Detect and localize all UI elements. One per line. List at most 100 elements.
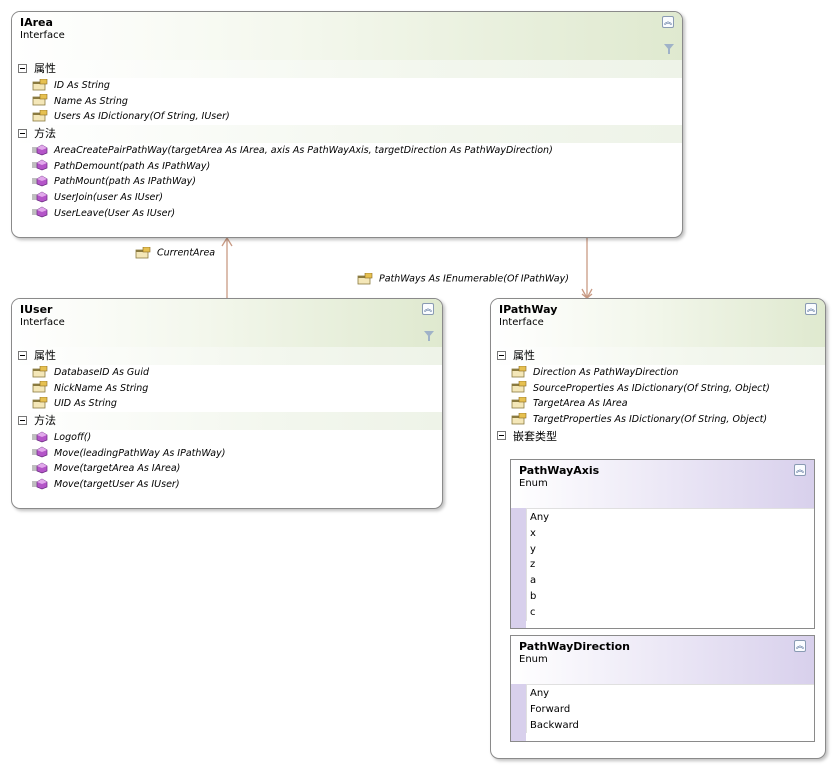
property-text: Direction As PathWayDirection bbox=[533, 367, 679, 378]
iuser-stereotype: Interface bbox=[20, 317, 65, 328]
pathway-direction-header[interactable]: PathWayDirection Enum ︽ bbox=[511, 636, 814, 684]
property-icon bbox=[511, 381, 527, 393]
iarea-title: IArea bbox=[20, 16, 53, 29]
method-text: PathMount(path As IPathWay) bbox=[54, 176, 196, 188]
pathway-direction-enum[interactable]: PathWayDirection Enum ︽ Any Forward Backwa… bbox=[510, 635, 815, 742]
method-row[interactable]: Logoff() bbox=[12, 430, 442, 446]
collapse-section-icon[interactable] bbox=[497, 350, 506, 360]
property-row[interactable]: DatabaseID As Guid bbox=[12, 365, 442, 381]
property-icon bbox=[135, 247, 151, 259]
method-row[interactable]: Move(leadingPathWay As IPathWay) bbox=[12, 446, 442, 462]
current-area-text: CurrentArea bbox=[157, 247, 216, 259]
method-row[interactable]: PathDemount(path As IPathWay) bbox=[12, 159, 682, 175]
property-text: Users As IDictionary(Of String, IUser) bbox=[54, 111, 230, 123]
collapse-section-icon[interactable] bbox=[18, 350, 27, 360]
property-icon bbox=[32, 78, 48, 90]
section-label: 属性 bbox=[34, 62, 56, 75]
property-row[interactable]: TargetProperties As IDictionary(Of Strin… bbox=[491, 412, 825, 428]
method-text: Logoff() bbox=[54, 432, 92, 444]
filter-icon[interactable] bbox=[664, 44, 674, 54]
method-icon bbox=[32, 446, 48, 458]
ipathway-header[interactable]: IPathWay Interface ︽ bbox=[491, 299, 825, 347]
enum-value[interactable]: Any bbox=[527, 510, 814, 526]
method-icon bbox=[32, 175, 48, 187]
collapse-icon[interactable]: ︽ bbox=[422, 303, 434, 315]
pathways-text: PathWays As IEnumerable(Of IPathWay) bbox=[379, 273, 569, 285]
pathway-direction-stereotype: Enum bbox=[519, 654, 548, 665]
collapse-section-icon[interactable] bbox=[18, 128, 27, 138]
property-icon bbox=[511, 365, 527, 377]
property-icon bbox=[32, 94, 48, 106]
enum-value[interactable]: y bbox=[527, 542, 814, 558]
property-icon bbox=[357, 273, 373, 285]
enum-value[interactable]: z bbox=[527, 557, 814, 573]
collapse-icon[interactable]: ︽ bbox=[794, 464, 806, 476]
method-text: PathDemount(path As IPathWay) bbox=[54, 160, 211, 172]
collapse-icon[interactable]: ︽ bbox=[805, 303, 817, 315]
iuser-methods-section[interactable]: 方法 bbox=[12, 412, 442, 431]
enum-value[interactable]: a bbox=[527, 573, 814, 589]
property-row[interactable]: SourceProperties As IDictionary(Of Strin… bbox=[491, 381, 825, 397]
iarea-properties-section[interactable]: 属性 bbox=[12, 60, 682, 78]
iarea-methods-section[interactable]: 方法 bbox=[12, 125, 682, 144]
property-text: NickName As String bbox=[54, 382, 149, 394]
iuser-title: IUser bbox=[20, 303, 53, 316]
iarea-header[interactable]: IArea Interface ︽ bbox=[12, 12, 682, 60]
property-row[interactable]: Name As String bbox=[12, 94, 682, 110]
filter-icon[interactable] bbox=[424, 331, 434, 341]
ipathway-nested-section[interactable]: 嵌套类型 bbox=[491, 427, 825, 446]
pathway-direction-title: PathWayDirection bbox=[519, 640, 630, 653]
iuser-shape[interactable]: IUser Interface ︽ 属性 DatabaseID As Guid N… bbox=[11, 298, 443, 509]
method-row[interactable]: AreaCreatePairPathWay(targetArea As IAre… bbox=[12, 143, 682, 159]
property-row[interactable]: Users As IDictionary(Of String, IUser) bbox=[12, 109, 682, 125]
method-text: UserJoin(user As IUser) bbox=[54, 192, 164, 204]
property-icon bbox=[32, 109, 48, 122]
enum-value[interactable]: Backward bbox=[527, 718, 814, 734]
section-label: 方法 bbox=[34, 127, 56, 141]
method-row[interactable]: Move(targetArea As IArea) bbox=[12, 461, 442, 477]
property-row[interactable]: Direction As PathWayDirection bbox=[491, 365, 825, 381]
property-text: TargetArea As IArea bbox=[533, 398, 628, 410]
method-icon bbox=[32, 191, 48, 203]
enum-value[interactable]: Forward bbox=[527, 702, 814, 718]
property-text: ID As String bbox=[54, 80, 110, 91]
ipathway-properties-section[interactable]: 属性 bbox=[491, 347, 825, 365]
property-row[interactable]: NickName As String bbox=[12, 381, 442, 397]
property-text: DatabaseID As Guid bbox=[54, 367, 149, 378]
property-row[interactable]: UID As String bbox=[12, 396, 442, 412]
method-icon bbox=[32, 144, 48, 155]
property-icon bbox=[32, 396, 48, 409]
method-row[interactable]: UserLeave(User As IUser) bbox=[12, 206, 682, 222]
section-label: 属性 bbox=[513, 349, 535, 362]
method-text: Move(targetUser As IUser) bbox=[54, 479, 180, 491]
iuser-properties-section[interactable]: 属性 bbox=[12, 347, 442, 365]
section-label: 属性 bbox=[34, 349, 56, 362]
current-area-label[interactable]: CurrentArea bbox=[135, 247, 215, 259]
collapse-section-icon[interactable] bbox=[18, 415, 27, 425]
collapse-section-icon[interactable] bbox=[18, 63, 27, 73]
collapse-icon[interactable]: ︽ bbox=[794, 640, 806, 652]
enum-value[interactable]: x bbox=[527, 526, 814, 542]
iarea-shape[interactable]: IArea Interface ︽ 属性 ID As String Name As… bbox=[11, 11, 683, 238]
collapse-section-icon[interactable] bbox=[497, 431, 506, 441]
method-row[interactable]: PathMount(path As IPathWay) bbox=[12, 174, 682, 190]
enum-value[interactable]: Any bbox=[527, 686, 814, 702]
enum-value[interactable]: b bbox=[527, 589, 814, 605]
method-text: Move(leadingPathWay As IPathWay) bbox=[54, 447, 226, 459]
method-row[interactable]: UserJoin(user As IUser) bbox=[12, 190, 682, 206]
ipathway-title: IPathWay bbox=[499, 303, 558, 316]
enum-value[interactable]: c bbox=[527, 605, 814, 621]
pathway-axis-enum[interactable]: PathWayAxis Enum ︽ Any x y z a b c bbox=[510, 459, 815, 629]
method-row[interactable]: Move(targetUser As IUser) bbox=[12, 477, 442, 493]
pathways-label[interactable]: PathWays As IEnumerable(Of IPathWay) bbox=[357, 273, 569, 285]
property-row[interactable]: TargetArea As IArea bbox=[491, 396, 825, 412]
collapse-icon[interactable]: ︽ bbox=[662, 16, 674, 28]
property-row[interactable]: ID As String bbox=[12, 78, 682, 94]
method-text: Move(targetArea As IArea) bbox=[54, 463, 181, 475]
property-icon bbox=[32, 381, 48, 393]
method-icon bbox=[32, 478, 48, 490]
property-text: TargetProperties As IDictionary(Of Strin… bbox=[533, 414, 768, 426]
property-icon bbox=[511, 396, 527, 409]
iuser-header[interactable]: IUser Interface ︽ bbox=[12, 299, 442, 347]
pathway-axis-header[interactable]: PathWayAxis Enum ︽ bbox=[511, 460, 814, 508]
